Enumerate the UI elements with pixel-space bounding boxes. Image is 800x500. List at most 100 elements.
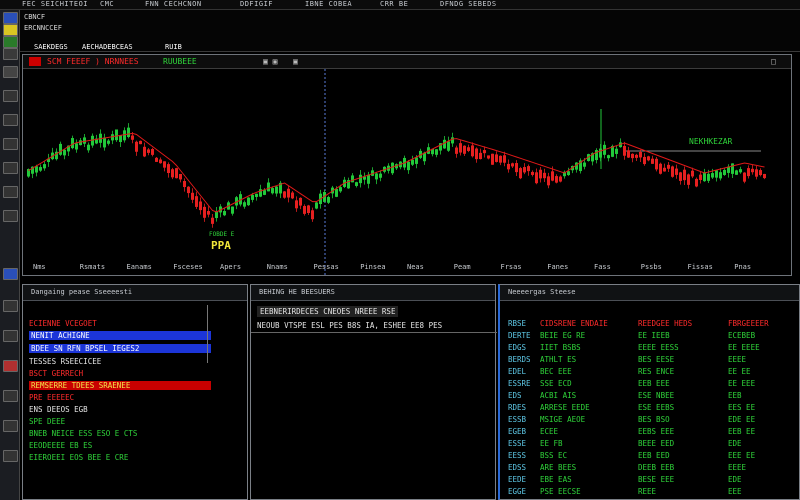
toolbar-item[interactable]: AECHADEBCEAS xyxy=(82,43,133,51)
candle-body xyxy=(463,145,466,154)
watch-cell[interactable]: ESSB xyxy=(508,415,526,424)
positions-row[interactable]: NEOUB VTSPE ESL PES B8S IA, ESHEE EE8 PE… xyxy=(257,321,442,330)
order-row[interactable]: ECIENNE VCEGOET xyxy=(29,319,97,328)
candle-body xyxy=(247,197,250,206)
candle-body xyxy=(375,173,378,180)
watch-cell[interactable]: EESS xyxy=(508,451,526,460)
watch-cell: BESE EEE xyxy=(638,475,675,484)
zoom-icon[interactable]: ▣ xyxy=(293,57,298,66)
order-row[interactable]: BSCT GERRECH xyxy=(29,369,83,378)
star-icon[interactable] xyxy=(3,24,18,36)
candle-body xyxy=(651,158,654,164)
watch-cell[interactable]: BERDS xyxy=(508,355,531,364)
watch-cell[interactable]: EDSS xyxy=(508,463,526,472)
candle-body xyxy=(739,169,742,173)
candle-body xyxy=(203,206,206,218)
menu-item[interactable]: FNN CECHCNON xyxy=(145,0,202,8)
settings-icon[interactable] xyxy=(3,330,18,342)
order-row[interactable]: NENIT ACHIGNE xyxy=(29,331,211,340)
watch-cell: DEEB EEB xyxy=(638,463,675,472)
crosshair-icon[interactable]: ▣ ▣ xyxy=(263,57,277,66)
candle-body xyxy=(283,191,286,198)
order-row[interactable]: PRE EEEEEC xyxy=(29,393,74,402)
link-icon[interactable] xyxy=(3,450,18,462)
line-tool-icon[interactable] xyxy=(3,90,18,102)
candle-body xyxy=(695,178,698,187)
watch-cell[interactable]: EDGS xyxy=(508,343,526,352)
watch-cell[interactable]: EDEL xyxy=(508,367,526,376)
watch-cell: RES ENCE xyxy=(638,367,675,376)
menu-item[interactable]: IBNE COBEA xyxy=(305,0,352,8)
menu-item[interactable]: DFNDG SEBEDS xyxy=(440,0,497,8)
folder-icon[interactable] xyxy=(3,390,18,402)
watch-cell[interactable]: DERTE xyxy=(508,331,531,340)
watch-cell[interactable]: EEDE xyxy=(508,475,526,484)
order-row[interactable]: ENS DEEOS EGB xyxy=(29,405,88,414)
watch-cell: EE IEEB xyxy=(638,331,670,340)
toolbar-item[interactable]: RUIB xyxy=(165,43,182,51)
watch-cell: BES EESE xyxy=(638,355,675,364)
shape-tool-icon[interactable] xyxy=(3,162,18,174)
candle-body xyxy=(379,173,382,178)
clock-icon[interactable] xyxy=(3,420,18,432)
candle-body xyxy=(407,161,410,171)
menu-item[interactable]: DDFIGIF xyxy=(240,0,273,8)
watch-cell: EE EEE xyxy=(728,379,756,388)
watch-cell[interactable]: EGEB xyxy=(508,427,526,436)
x-tick-label: Nnams xyxy=(266,263,288,271)
watch-cell[interactable]: RBSE xyxy=(508,319,526,328)
fib-tool-icon[interactable] xyxy=(3,114,18,126)
watch-cell[interactable]: EDS xyxy=(508,391,522,400)
order-row[interactable]: BNEB NEICE ESS ESO E CTS xyxy=(29,429,137,438)
order-row[interactable]: TESSES RSEECICEE xyxy=(29,357,101,366)
watch-cell: EEB EEE xyxy=(638,379,670,388)
measure-icon[interactable] xyxy=(3,210,18,222)
watch-cell: ATHLT ES xyxy=(540,355,577,364)
watch-cell[interactable]: EGGE xyxy=(508,487,526,496)
watch-cell[interactable]: RDES xyxy=(508,403,526,412)
watch-cell[interactable]: ESSRE xyxy=(508,379,531,388)
order-row[interactable]: REMSERRE TDEES SRAENEE xyxy=(29,381,211,390)
window-icon[interactable] xyxy=(3,12,18,24)
stop-icon[interactable] xyxy=(3,360,18,372)
watch-cell: REEDGEE HEDS xyxy=(638,319,693,328)
candle-body xyxy=(643,156,646,165)
candle-body xyxy=(467,147,470,151)
chart-window[interactable]: SCM FEEEF ) NRNNEES RUUBEEE ▣ ▣ ▣ □ NEKH… xyxy=(22,54,792,276)
order-row[interactable]: EEODEEEE EB ES xyxy=(29,441,92,450)
candle-body xyxy=(747,168,750,177)
close-icon[interactable] xyxy=(29,57,41,66)
order-row[interactable]: BDEE SN RFN BPSEL IEGES2 xyxy=(29,344,211,353)
watch-cell[interactable]: ESSE xyxy=(508,439,526,448)
menu-item[interactable]: CMC xyxy=(100,0,114,8)
candle-body xyxy=(639,151,642,158)
market-watch-panel[interactable]: Neeeergas Steese RBSE DERTE EDGS BERDS EDEL E… xyxy=(498,284,800,500)
menu-item[interactable]: CRR BE xyxy=(380,0,408,8)
candle-body xyxy=(451,137,454,144)
candle-body xyxy=(223,211,226,216)
menu-item[interactable]: FEC SEICHITEOI xyxy=(22,0,88,8)
order-row[interactable]: EIEROEEI EOS BEE E CRE xyxy=(29,453,128,462)
cursor-icon[interactable] xyxy=(3,66,18,78)
zoom-icon[interactable] xyxy=(3,186,18,198)
orders-panel[interactable]: Dangaing pease Sseeeesti ECIENNE VCEGOET… xyxy=(22,284,248,500)
watch-cell: EEE EE xyxy=(728,451,756,460)
order-row[interactable]: SPE DEEE xyxy=(29,417,65,426)
alert-icon[interactable] xyxy=(3,268,18,280)
toolbar-item[interactable]: SAEKDEGS xyxy=(34,43,68,51)
chart-icon[interactable] xyxy=(3,36,18,48)
candle-body xyxy=(151,149,154,155)
watch-cell: EBE EAS xyxy=(540,475,572,484)
list-icon[interactable] xyxy=(3,300,18,312)
maximize-icon[interactable]: □ xyxy=(771,57,776,66)
price-chart[interactable] xyxy=(23,69,791,275)
candle-body xyxy=(675,168,678,175)
grid-icon[interactable] xyxy=(3,48,18,60)
positions-panel[interactable]: BEHING HE BEESUERS EEBNERIRDECES CNEOES … xyxy=(250,284,497,500)
candle-body xyxy=(647,156,650,161)
x-tick-label: Nms xyxy=(33,263,46,271)
watch-cell: ECEBEB xyxy=(728,331,756,340)
text-tool-icon[interactable] xyxy=(3,138,18,150)
watch-cell: EEB EE xyxy=(728,427,756,436)
watch-cell: EDE EE xyxy=(728,415,756,424)
